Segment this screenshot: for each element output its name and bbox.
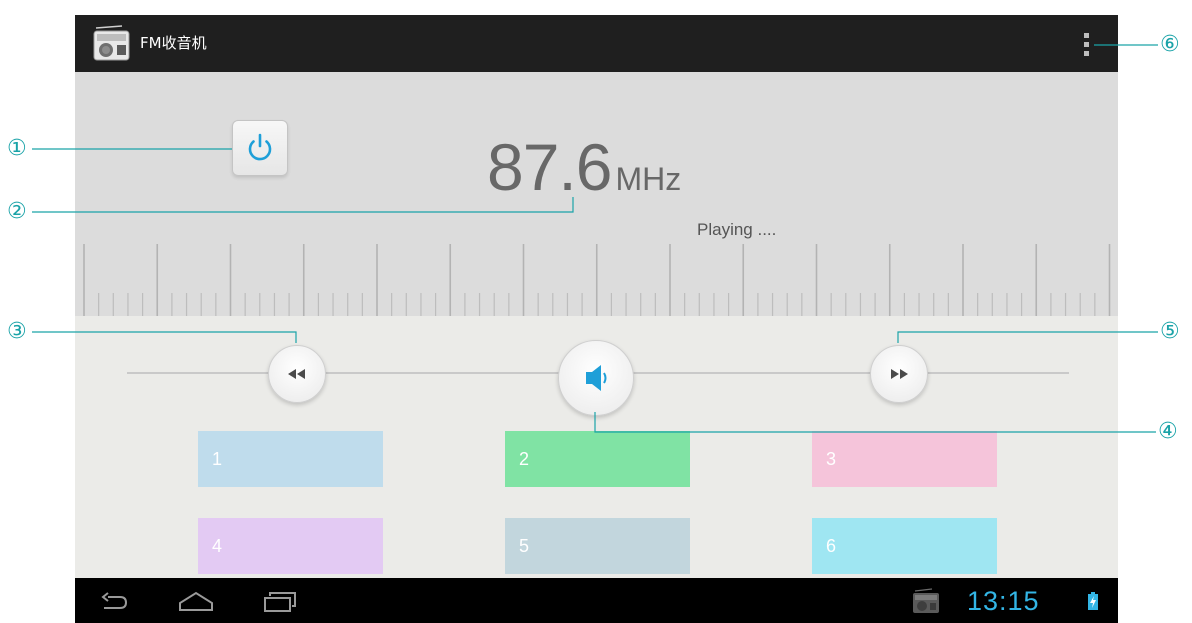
preset-6-label: 6 [826,536,837,556]
speaker-icon [586,365,607,391]
callout-2: ② [7,199,27,224]
battery-charging-icon [1088,592,1098,610]
seek-back-button[interactable] [268,345,326,403]
home-icon[interactable] [176,586,216,616]
frequency-value: 87.6 [487,130,612,204]
seek-forward-icon [891,369,908,379]
preset-2-button[interactable]: 2 [505,431,690,487]
preset-1-label: 1 [212,449,223,469]
callout-1: ① [7,136,27,161]
radio-notification-icon [912,588,940,614]
recents-icon[interactable] [260,586,300,616]
frequency-scale[interactable] [75,242,1118,316]
preset-4-button[interactable]: 4 [198,518,383,574]
seek-forward-button[interactable] [870,345,928,403]
volume-button[interactable] [558,340,634,416]
preset-6-button[interactable]: 6 [812,518,997,574]
control-panel: 1 2 3 4 5 6 [75,316,1118,578]
action-bar: FM收音机 [75,15,1118,72]
callout-5: ⑤ [1160,319,1180,344]
power-icon [248,133,272,161]
playback-status: Playing .... [697,220,777,239]
preset-5-button[interactable]: 5 [505,518,690,574]
power-button[interactable] [232,120,288,176]
app-title: FM收音机 [140,34,207,52]
callout-6: ⑥ [1160,32,1180,57]
tuner-panel: 87.6 MHz Playing .... [75,72,1118,316]
fm-radio-screen: FM收音机 87.6 MHz Playing .... 1 2 3 4 5 6 … [75,15,1118,623]
radio-icon[interactable] [92,23,132,63]
preset-3-label: 3 [826,449,837,469]
callout-3: ③ [7,319,27,344]
system-clock: 13:15 [967,586,1040,616]
back-icon[interactable] [95,586,135,616]
preset-4-label: 4 [212,536,223,556]
overflow-menu-icon[interactable] [1079,29,1093,59]
preset-5-label: 5 [519,536,530,556]
frequency-unit: MHz [615,161,682,197]
preset-2-label: 2 [519,449,530,469]
callout-4: ④ [1158,419,1178,444]
preset-3-button[interactable]: 3 [812,431,997,487]
system-nav-bar: 13:15 [75,578,1118,623]
frequency-display: 87.6 MHz [487,134,681,200]
preset-1-button[interactable]: 1 [198,431,383,487]
seek-back-icon [288,369,305,379]
